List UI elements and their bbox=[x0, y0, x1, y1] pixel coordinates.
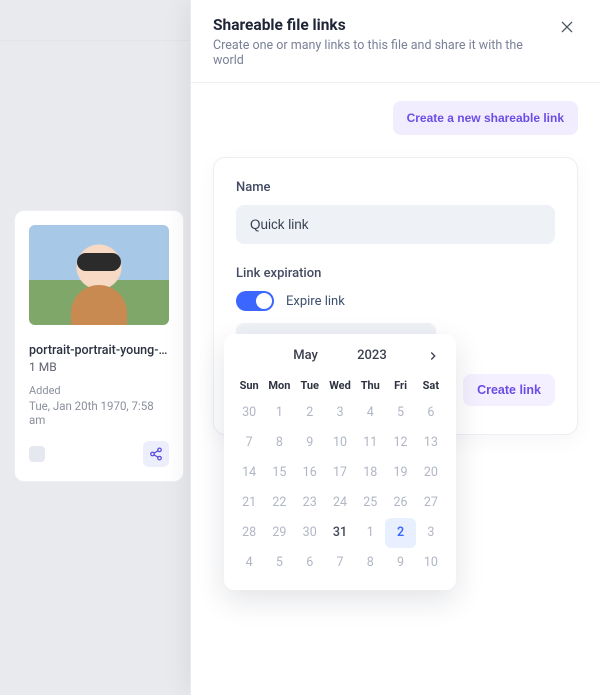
calendar-day[interactable]: 23 bbox=[295, 488, 325, 518]
panel-title: Shareable file links bbox=[213, 16, 556, 34]
calendar-day[interactable]: 27 bbox=[416, 488, 446, 518]
panel-subtitle: Create one or many links to this file an… bbox=[213, 38, 556, 68]
calendar-day[interactable]: 10 bbox=[416, 548, 446, 578]
calendar-dow: Mon bbox=[264, 373, 294, 398]
calendar-day[interactable]: 1 bbox=[355, 518, 385, 548]
calendar-day[interactable]: 4 bbox=[355, 398, 385, 428]
calendar-day[interactable]: 14 bbox=[234, 458, 264, 488]
file-size: 1 MB bbox=[29, 360, 169, 374]
calendar-dow: Tue bbox=[295, 373, 325, 398]
calendar-day[interactable]: 4 bbox=[234, 548, 264, 578]
calendar-dow: Wed bbox=[325, 373, 355, 398]
calendar-dow: Fri bbox=[385, 373, 415, 398]
calendar-day[interactable]: 20 bbox=[416, 458, 446, 488]
calendar-day[interactable]: 17 bbox=[325, 458, 355, 488]
calendar-day[interactable]: 8 bbox=[264, 428, 294, 458]
calendar-day[interactable]: 30 bbox=[234, 398, 264, 428]
share-panel: Shareable file links Create one or many … bbox=[190, 0, 600, 695]
calendar-day[interactable]: 31 bbox=[325, 518, 355, 548]
calendar-day[interactable]: 6 bbox=[295, 548, 325, 578]
calendar-day[interactable]: 9 bbox=[385, 548, 415, 578]
calendar-day[interactable]: 1 bbox=[264, 398, 294, 428]
calendar-day[interactable]: 7 bbox=[234, 428, 264, 458]
file-card: portrait-portrait-young-adult-… 1 MB Add… bbox=[14, 210, 184, 482]
link-name-input[interactable] bbox=[236, 205, 555, 244]
calendar-day[interactable]: 5 bbox=[385, 398, 415, 428]
expire-link-toggle[interactable] bbox=[236, 291, 274, 311]
calendar-day[interactable]: 24 bbox=[325, 488, 355, 518]
calendar-day[interactable]: 11 bbox=[355, 428, 385, 458]
calendar-day[interactable]: 7 bbox=[325, 548, 355, 578]
calendar-day[interactable]: 16 bbox=[295, 458, 325, 488]
calendar-dow: Thu bbox=[355, 373, 385, 398]
close-icon bbox=[559, 19, 575, 35]
file-card-actions bbox=[29, 441, 169, 467]
calendar-day[interactable]: 12 bbox=[385, 428, 415, 458]
calendar-month[interactable]: May bbox=[293, 348, 318, 363]
new-shareable-link-button[interactable]: Create a new shareable link bbox=[393, 101, 578, 135]
date-picker-popover: May 2023 SunMonTueWedThuFriSat3012345678… bbox=[224, 334, 456, 590]
create-link-button[interactable]: Create link bbox=[463, 374, 555, 406]
calendar-grid: SunMonTueWedThuFriSat3012345678910111213… bbox=[234, 373, 446, 578]
calendar-day[interactable]: 8 bbox=[355, 548, 385, 578]
panel-body: Create a new shareable link Name Link ex… bbox=[191, 83, 600, 695]
calendar-day[interactable]: 25 bbox=[355, 488, 385, 518]
calendar-day[interactable]: 18 bbox=[355, 458, 385, 488]
name-label: Name bbox=[236, 180, 555, 195]
calendar-day[interactable]: 9 bbox=[295, 428, 325, 458]
calendar-day[interactable]: 21 bbox=[234, 488, 264, 518]
calendar-day[interactable]: 22 bbox=[264, 488, 294, 518]
file-select-checkbox[interactable] bbox=[29, 446, 45, 462]
calendar-day[interactable]: 13 bbox=[416, 428, 446, 458]
calendar-next-icon[interactable] bbox=[426, 349, 440, 363]
calendar-day[interactable]: 26 bbox=[385, 488, 415, 518]
calendar-day[interactable]: 5 bbox=[264, 548, 294, 578]
calendar-day[interactable]: 15 bbox=[264, 458, 294, 488]
file-added-label: Added bbox=[29, 384, 169, 397]
calendar-day[interactable]: 6 bbox=[416, 398, 446, 428]
file-thumbnail[interactable] bbox=[29, 225, 169, 325]
calendar-year[interactable]: 2023 bbox=[357, 348, 387, 363]
share-icon bbox=[149, 447, 163, 461]
share-button[interactable] bbox=[143, 441, 169, 467]
expiration-label: Link expiration bbox=[236, 266, 555, 281]
calendar-day[interactable]: 29 bbox=[264, 518, 294, 548]
expire-link-toggle-label: Expire link bbox=[286, 294, 345, 309]
file-added-value: Tue, Jan 20th 1970, 7:58 am bbox=[29, 399, 169, 427]
calendar-day[interactable]: 10 bbox=[325, 428, 355, 458]
panel-header: Shareable file links Create one or many … bbox=[191, 0, 600, 83]
calendar-day[interactable]: 3 bbox=[325, 398, 355, 428]
calendar-day[interactable]: 2 bbox=[295, 398, 325, 428]
close-button[interactable] bbox=[556, 16, 578, 38]
calendar-day[interactable]: 2 bbox=[385, 518, 415, 548]
calendar-day[interactable]: 30 bbox=[295, 518, 325, 548]
calendar-dow: Sun bbox=[234, 373, 264, 398]
calendar-day[interactable]: 3 bbox=[416, 518, 446, 548]
file-name: portrait-portrait-young-adult-… bbox=[29, 343, 169, 358]
calendar-dow: Sat bbox=[416, 373, 446, 398]
calendar-day[interactable]: 28 bbox=[234, 518, 264, 548]
calendar-day[interactable]: 19 bbox=[385, 458, 415, 488]
link-form-card: Name Link expiration Expire link May 202… bbox=[213, 157, 578, 435]
